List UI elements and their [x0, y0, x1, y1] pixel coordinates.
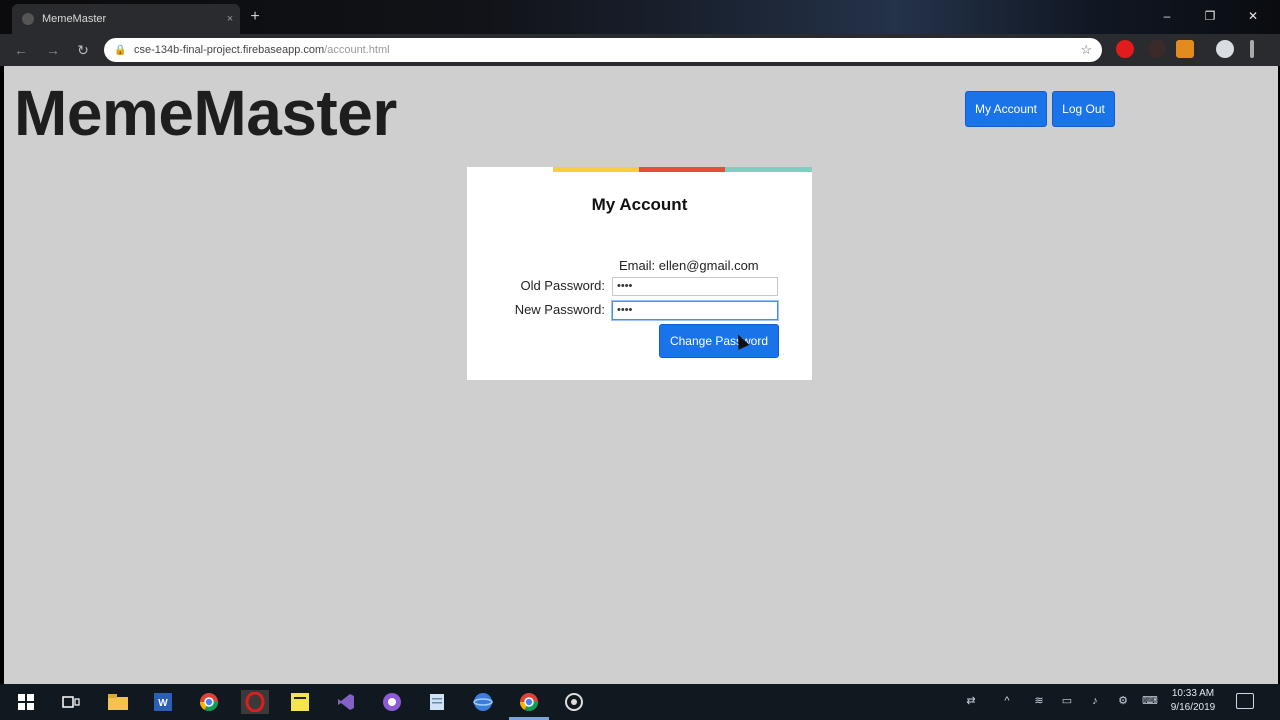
back-button[interactable]: ← [12, 41, 30, 59]
sticky-notes-icon[interactable] [288, 690, 312, 714]
new-tab-button[interactable]: + [246, 8, 264, 26]
forward-button[interactable]: → [44, 41, 62, 59]
my-account-button[interactable]: My Account [965, 91, 1047, 127]
browser-tab[interactable]: MemeMaster × [12, 4, 240, 34]
browser-icon[interactable] [471, 690, 495, 714]
opera-icon[interactable] [241, 690, 269, 714]
reload-button[interactable]: ↻ [74, 41, 92, 59]
new-password-label: New Password: [514, 302, 605, 317]
file-explorer-icon[interactable] [106, 690, 130, 714]
task-view-icon[interactable] [59, 690, 83, 714]
account-card: My Account Email: ellen@gmail.com Old Pa… [467, 167, 812, 380]
notification-center-icon[interactable] [1236, 693, 1254, 709]
tray-network-icon[interactable]: ⇄ [964, 694, 978, 708]
new-password-field[interactable]: •••• [612, 301, 778, 320]
address-bar[interactable]: 🔒 cse-134b-final-project.firebaseapp.com… [104, 38, 1102, 62]
menu-kebab-icon[interactable] [1250, 40, 1254, 58]
url-path: /account.html [324, 44, 390, 56]
old-password-label: Old Password: [520, 278, 605, 293]
tab-title: MemeMaster [42, 13, 107, 25]
chrome-icon[interactable] [197, 690, 221, 714]
tray-settings-icon[interactable]: ⚙ [1116, 694, 1130, 708]
browser-titlebar: MemeMaster × + – ❐ ✕ [0, 0, 1280, 34]
extension-orange-icon[interactable] [1176, 40, 1194, 58]
card-stripe-yellow [553, 167, 639, 172]
logout-button[interactable]: Log Out [1052, 91, 1115, 127]
tab-favicon-icon [22, 13, 34, 25]
taskbar-clock[interactable]: 10:33 AM 9/16/2019 [1162, 687, 1224, 715]
tab-close-icon[interactable]: × [220, 13, 240, 25]
tray-wifi-icon[interactable]: ≋ [1032, 694, 1046, 708]
app-icon[interactable] [380, 690, 404, 714]
lock-icon: 🔒 [114, 44, 127, 56]
windows-start-icon[interactable] [14, 690, 38, 714]
page-content: MemeMaster My Account Log Out My Account… [4, 66, 1278, 684]
clock-time: 10:33 AM [1171, 688, 1215, 699]
profile-avatar-icon[interactable] [1216, 40, 1234, 58]
word-icon[interactable]: W [151, 690, 175, 714]
minimize-button[interactable]: – [1156, 6, 1178, 26]
notepad-icon[interactable] [425, 690, 449, 714]
site-brand[interactable]: MemeMaster [14, 76, 397, 150]
clock-date: 9/16/2019 [1170, 702, 1216, 713]
maximize-button[interactable]: ❐ [1199, 6, 1221, 26]
tray-chevron-up-icon[interactable]: ^ [1000, 694, 1014, 708]
extension-dark-icon[interactable] [1148, 40, 1166, 58]
extension-red-icon[interactable] [1116, 40, 1134, 58]
bookmark-star-icon[interactable]: ☆ [1080, 42, 1092, 58]
card-stripe-teal [725, 167, 812, 172]
card-stripe-red [639, 167, 725, 172]
chrome-icon-active[interactable] [517, 690, 541, 714]
visual-studio-icon[interactable] [334, 690, 358, 714]
taskbar: W ⇄ ^ ≋ ▭ ♪ ⚙ ⌨ 10:33 AM 9/16/2019 [0, 684, 1280, 720]
card-title: My Account [591, 195, 688, 214]
svg-text:W: W [158, 698, 168, 709]
old-password-field[interactable]: •••• [612, 277, 778, 296]
settings-icon[interactable] [562, 690, 586, 714]
change-password-button[interactable]: Change Password [659, 324, 779, 358]
url-text[interactable]: cse-134b-final-project.firebaseapp.com/a… [134, 44, 1080, 56]
window-close-button[interactable]: ✕ [1242, 6, 1264, 26]
tray-volume-icon[interactable]: ♪ [1088, 694, 1102, 708]
tray-battery-icon[interactable]: ▭ [1060, 694, 1074, 708]
email-text: Email: ellen@gmail.com [619, 258, 759, 273]
url-host: cse-134b-final-project.firebaseapp.com [134, 44, 325, 56]
tray-keyboard-icon[interactable]: ⌨ [1142, 694, 1158, 708]
